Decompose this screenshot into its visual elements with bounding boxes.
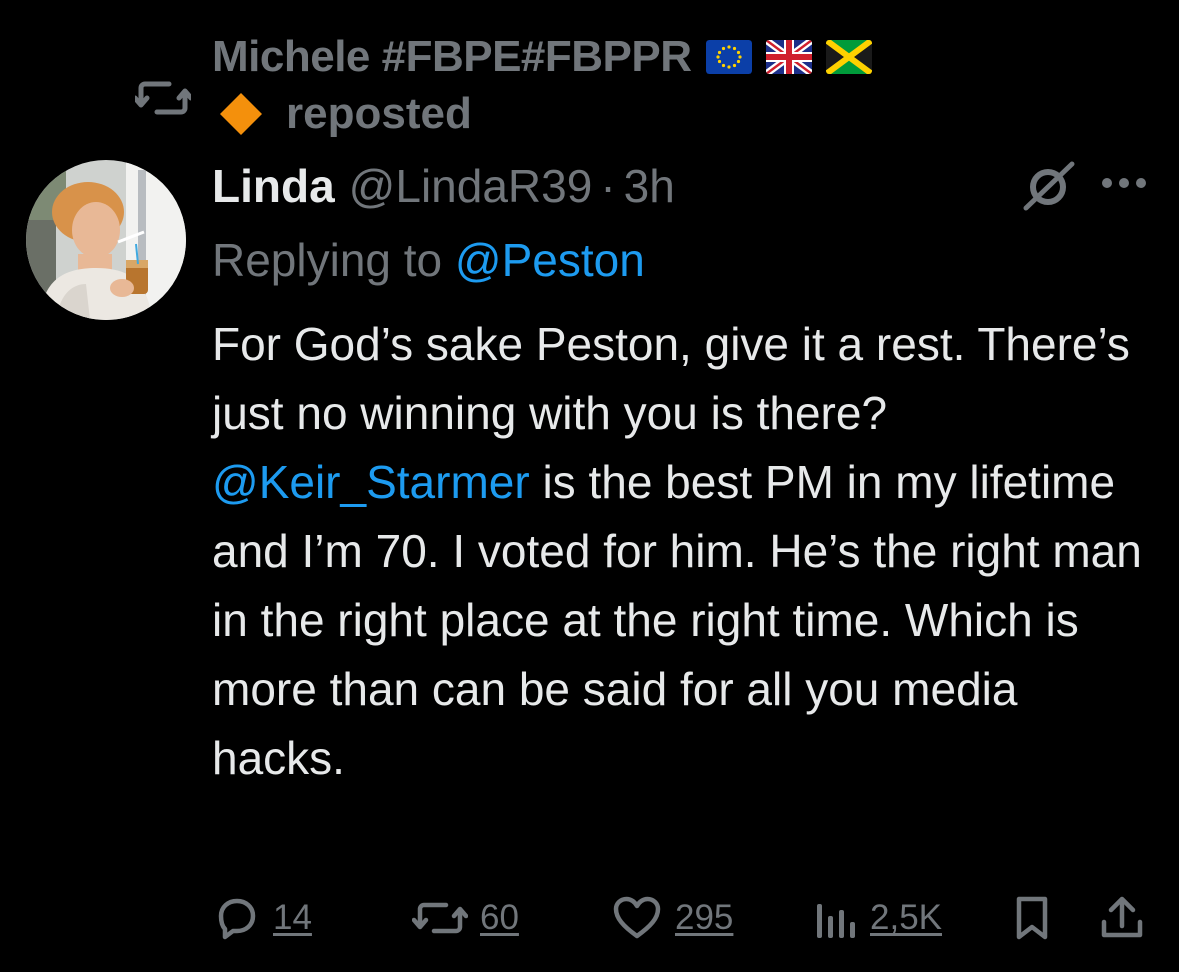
action-bar: 14 60 295 2,5K: [0, 888, 1179, 948]
reply-count: 14: [273, 898, 312, 937]
grok-icon[interactable]: [1020, 160, 1078, 212]
tweet-text-part-1: For God’s sake Peston, give it a rest. T…: [212, 318, 1130, 439]
reposted-label: reposted: [286, 89, 472, 138]
author-handle[interactable]: @LindaR39: [349, 159, 593, 213]
tweet-header: Linda @LindaR39 · 3h: [212, 158, 675, 214]
bookmark-button[interactable]: [1010, 888, 1054, 948]
orange-diamond-icon: [220, 93, 262, 135]
like-count: 295: [675, 898, 734, 937]
timestamp[interactable]: 3h: [624, 159, 675, 213]
view-count: 2,5K: [870, 898, 942, 937]
author-name[interactable]: Linda: [212, 159, 335, 213]
avatar[interactable]: [26, 160, 186, 320]
reply-icon: [218, 898, 256, 940]
share-icon: [1101, 896, 1143, 938]
repost-icon: [135, 81, 191, 115]
like-button[interactable]: 295: [611, 888, 733, 948]
repost-button[interactable]: 60: [412, 888, 519, 948]
replying-to: Replying to @Peston: [212, 232, 645, 288]
heart-icon: [613, 896, 661, 939]
replying-to-mention[interactable]: @Peston: [455, 233, 645, 287]
tweet-text: For God’s sake Peston, give it a rest. T…: [212, 310, 1152, 793]
share-button[interactable]: [1098, 888, 1146, 948]
reply-button[interactable]: 14: [213, 888, 312, 948]
repost-action-icon: [412, 902, 468, 934]
tweet-mention[interactable]: @Keir_Starmer: [212, 456, 530, 508]
replying-to-label: Replying to: [212, 234, 443, 286]
repost-header: Michele #FBPE#FBPPR reposted: [0, 28, 1179, 148]
uk-flag-icon: [765, 40, 812, 74]
reposter-name[interactable]: Michele #FBPE#FBPPR: [212, 32, 692, 82]
jamaica-flag-icon: [825, 40, 872, 74]
views-chart-icon: [817, 904, 855, 938]
separator-dot: ·: [600, 160, 616, 212]
more-options-icon[interactable]: [1101, 176, 1147, 190]
eu-flag-icon: [705, 40, 752, 74]
repost-count: 60: [480, 898, 519, 937]
bookmark-icon: [1016, 896, 1048, 940]
views-button[interactable]: 2,5K: [812, 888, 942, 948]
